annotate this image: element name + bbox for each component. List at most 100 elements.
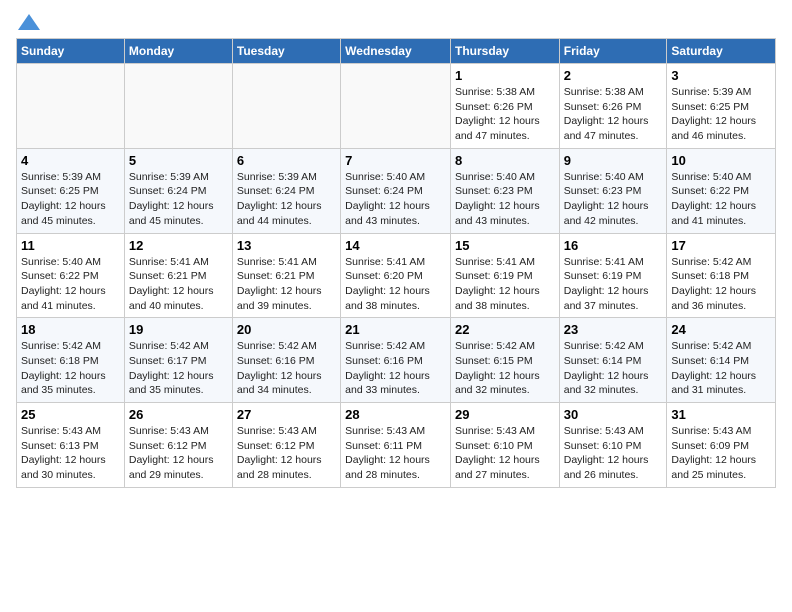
day-info: Sunrise: 5:43 AM Sunset: 6:10 PM Dayligh… [455, 424, 555, 483]
day-number: 11 [21, 238, 120, 253]
calendar-cell [341, 64, 451, 149]
day-info: Sunrise: 5:43 AM Sunset: 6:13 PM Dayligh… [21, 424, 120, 483]
calendar-cell: 22 Sunrise: 5:42 AM Sunset: 6:15 PM Dayli… [450, 318, 559, 403]
calendar-cell: 30Sunrise: 5:43 AM Sunset: 6:10 PM Dayli… [559, 403, 667, 488]
day-number: 12 [129, 238, 228, 253]
day-number: 24 [671, 322, 771, 337]
day-info: Sunrise: 5:42 AM Sunset: 6:18 PM Dayligh… [671, 255, 771, 314]
day-number: 23 [564, 322, 663, 337]
calendar-cell: 31 Sunrise: 5:43 AM Sunset: 6:09 PM Dayli… [667, 403, 776, 488]
day-number: 29 [455, 407, 555, 422]
day-info: Sunrise: 5:39 AM Sunset: 6:24 PM Dayligh… [129, 170, 228, 229]
day-info: Sunrise: 5:38 AM Sunset: 6:26 PM Dayligh… [564, 85, 663, 144]
day-info: Sunrise: 5:42 AM Sunset: 6:16 PM Dayligh… [345, 339, 446, 398]
calendar-cell: 8Sunrise: 5:40 AM Sunset: 6:23 PM Daylig… [450, 148, 559, 233]
day-number: 17 [671, 238, 771, 253]
calendar-cell: 5 Sunrise: 5:39 AM Sunset: 6:24 PM Daylig… [124, 148, 232, 233]
calendar-cell [124, 64, 232, 149]
calendar-cell: 14 Sunrise: 5:41 AM Sunset: 6:20 PM Dayli… [341, 233, 451, 318]
calendar-header-thursday: Thursday [450, 39, 559, 64]
calendar-cell: 13 Sunrise: 5:41 AM Sunset: 6:21 PM Dayli… [232, 233, 340, 318]
calendar-cell: 2 Sunrise: 5:38 AM Sunset: 6:26 PM Daylig… [559, 64, 667, 149]
day-number: 6 [237, 153, 336, 168]
day-number: 4 [21, 153, 120, 168]
day-number: 2 [564, 68, 663, 83]
day-number: 31 [671, 407, 771, 422]
calendar-cell: 29 Sunrise: 5:43 AM Sunset: 6:10 PM Dayli… [450, 403, 559, 488]
calendar-cell: 28Sunrise: 5:43 AM Sunset: 6:11 PM Dayli… [341, 403, 451, 488]
day-info: Sunrise: 5:43 AM Sunset: 6:09 PM Dayligh… [671, 424, 771, 483]
calendar-cell: 1Sunrise: 5:38 AM Sunset: 6:26 PM Daylig… [450, 64, 559, 149]
day-info: Sunrise: 5:40 AM Sunset: 6:22 PM Dayligh… [21, 255, 120, 314]
day-info: Sunrise: 5:43 AM Sunset: 6:12 PM Dayligh… [129, 424, 228, 483]
day-number: 14 [345, 238, 446, 253]
day-info: Sunrise: 5:40 AM Sunset: 6:23 PM Dayligh… [564, 170, 663, 229]
day-info: Sunrise: 5:41 AM Sunset: 6:21 PM Dayligh… [237, 255, 336, 314]
calendar-cell: 9 Sunrise: 5:40 AM Sunset: 6:23 PM Daylig… [559, 148, 667, 233]
calendar-header-wednesday: Wednesday [341, 39, 451, 64]
day-number: 26 [129, 407, 228, 422]
calendar-cell: 16 Sunrise: 5:41 AM Sunset: 6:19 PM Dayli… [559, 233, 667, 318]
day-number: 16 [564, 238, 663, 253]
calendar-cell: 17 Sunrise: 5:42 AM Sunset: 6:18 PM Dayli… [667, 233, 776, 318]
day-info: Sunrise: 5:42 AM Sunset: 6:15 PM Dayligh… [455, 339, 555, 398]
day-number: 5 [129, 153, 228, 168]
day-info: Sunrise: 5:42 AM Sunset: 6:16 PM Dayligh… [237, 339, 336, 398]
calendar-week-3: 18 Sunrise: 5:42 AM Sunset: 6:18 PM Dayli… [17, 318, 776, 403]
day-info: Sunrise: 5:42 AM Sunset: 6:17 PM Dayligh… [129, 339, 228, 398]
calendar-cell: 6 Sunrise: 5:39 AM Sunset: 6:24 PM Daylig… [232, 148, 340, 233]
day-info: Sunrise: 5:41 AM Sunset: 6:21 PM Dayligh… [129, 255, 228, 314]
day-number: 9 [564, 153, 663, 168]
day-number: 28 [345, 407, 446, 422]
calendar-body: 1Sunrise: 5:38 AM Sunset: 6:26 PM Daylig… [17, 64, 776, 488]
calendar-header-saturday: Saturday [667, 39, 776, 64]
calendar-week-2: 11 Sunrise: 5:40 AM Sunset: 6:22 PM Dayli… [17, 233, 776, 318]
calendar-cell: 10 Sunrise: 5:40 AM Sunset: 6:22 PM Dayli… [667, 148, 776, 233]
calendar-cell: 7 Sunrise: 5:40 AM Sunset: 6:24 PM Daylig… [341, 148, 451, 233]
calendar-cell: 4 Sunrise: 5:39 AM Sunset: 6:25 PM Daylig… [17, 148, 125, 233]
day-info: Sunrise: 5:42 AM Sunset: 6:14 PM Dayligh… [671, 339, 771, 398]
logo-icon [18, 14, 40, 30]
day-number: 13 [237, 238, 336, 253]
calendar-cell: 26 Sunrise: 5:43 AM Sunset: 6:12 PM Dayli… [124, 403, 232, 488]
calendar-cell: 24 Sunrise: 5:42 AM Sunset: 6:14 PM Dayli… [667, 318, 776, 403]
day-info: Sunrise: 5:41 AM Sunset: 6:20 PM Dayligh… [345, 255, 446, 314]
calendar-cell: 21 Sunrise: 5:42 AM Sunset: 6:16 PM Dayli… [341, 318, 451, 403]
calendar-cell: 3Sunrise: 5:39 AM Sunset: 6:25 PM Daylig… [667, 64, 776, 149]
logo [16, 16, 40, 30]
day-number: 15 [455, 238, 555, 253]
calendar-cell [232, 64, 340, 149]
day-number: 10 [671, 153, 771, 168]
calendar-header-row: SundayMondayTuesdayWednesdayThursdayFrid… [17, 39, 776, 64]
calendar-week-0: 1Sunrise: 5:38 AM Sunset: 6:26 PM Daylig… [17, 64, 776, 149]
day-number: 19 [129, 322, 228, 337]
calendar-cell: 15 Sunrise: 5:41 AM Sunset: 6:19 PM Dayli… [450, 233, 559, 318]
day-number: 27 [237, 407, 336, 422]
day-number: 8 [455, 153, 555, 168]
calendar-week-1: 4 Sunrise: 5:39 AM Sunset: 6:25 PM Daylig… [17, 148, 776, 233]
calendar-cell: 20Sunrise: 5:42 AM Sunset: 6:16 PM Dayli… [232, 318, 340, 403]
day-info: Sunrise: 5:38 AM Sunset: 6:26 PM Dayligh… [455, 85, 555, 144]
day-info: Sunrise: 5:42 AM Sunset: 6:18 PM Dayligh… [21, 339, 120, 398]
day-number: 30 [564, 407, 663, 422]
day-number: 3 [671, 68, 771, 83]
day-info: Sunrise: 5:41 AM Sunset: 6:19 PM Dayligh… [564, 255, 663, 314]
day-info: Sunrise: 5:43 AM Sunset: 6:12 PM Dayligh… [237, 424, 336, 483]
day-info: Sunrise: 5:39 AM Sunset: 6:25 PM Dayligh… [21, 170, 120, 229]
day-number: 21 [345, 322, 446, 337]
calendar-header-friday: Friday [559, 39, 667, 64]
day-info: Sunrise: 5:40 AM Sunset: 6:24 PM Dayligh… [345, 170, 446, 229]
day-info: Sunrise: 5:41 AM Sunset: 6:19 PM Dayligh… [455, 255, 555, 314]
day-number: 7 [345, 153, 446, 168]
day-number: 25 [21, 407, 120, 422]
day-info: Sunrise: 5:39 AM Sunset: 6:24 PM Dayligh… [237, 170, 336, 229]
calendar-header-tuesday: Tuesday [232, 39, 340, 64]
calendar-header-sunday: Sunday [17, 39, 125, 64]
day-info: Sunrise: 5:42 AM Sunset: 6:14 PM Dayligh… [564, 339, 663, 398]
calendar-cell: 18 Sunrise: 5:42 AM Sunset: 6:18 PM Dayli… [17, 318, 125, 403]
day-info: Sunrise: 5:40 AM Sunset: 6:22 PM Dayligh… [671, 170, 771, 229]
calendar-week-4: 25 Sunrise: 5:43 AM Sunset: 6:13 PM Dayli… [17, 403, 776, 488]
day-number: 22 [455, 322, 555, 337]
calendar-cell: 19 Sunrise: 5:42 AM Sunset: 6:17 PM Dayli… [124, 318, 232, 403]
day-number: 18 [21, 322, 120, 337]
